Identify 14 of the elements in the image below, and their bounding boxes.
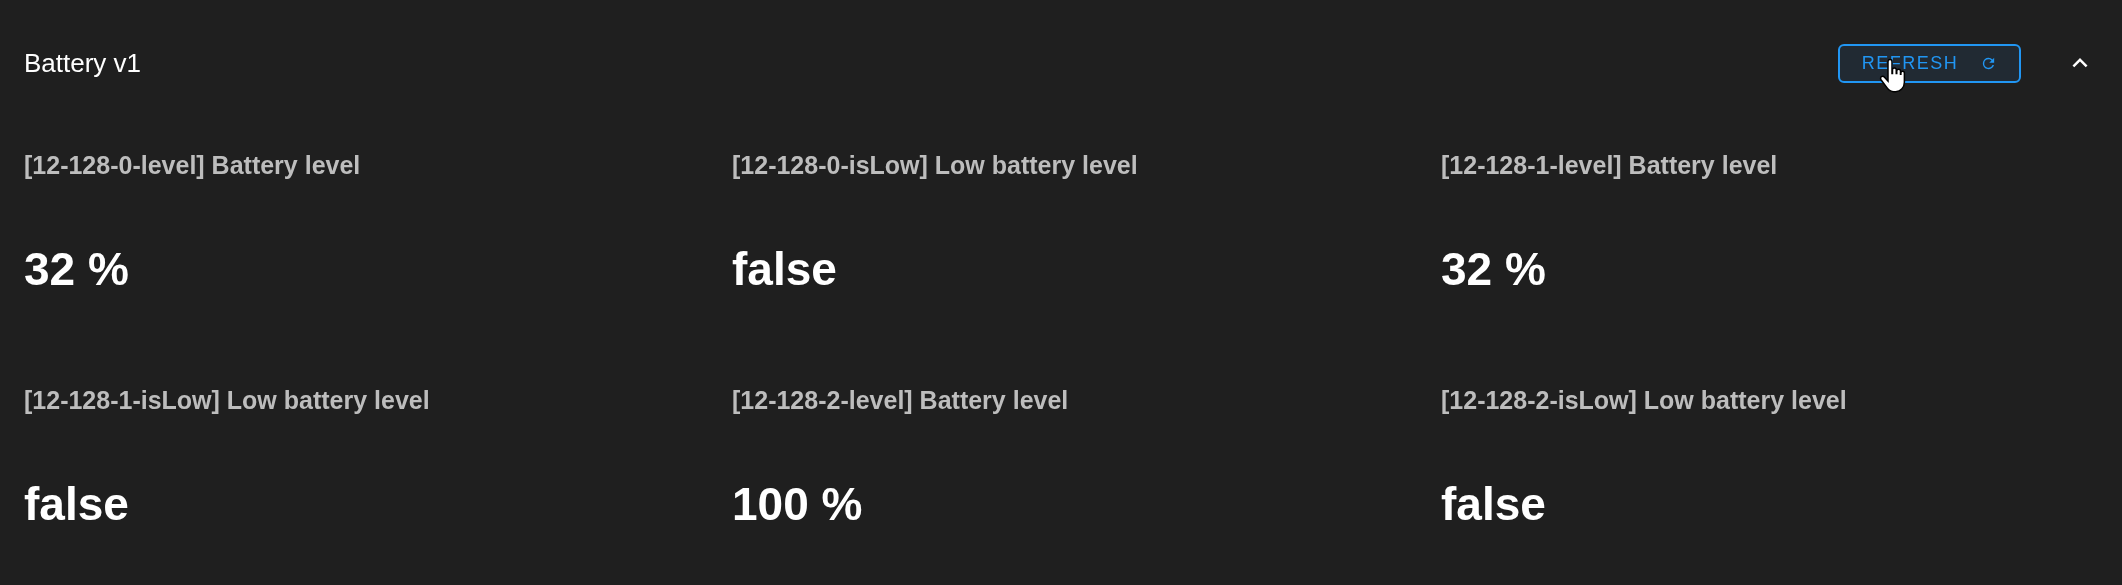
value-label: [12-128-0-level] Battery level xyxy=(24,151,362,180)
value-reading: false xyxy=(732,242,838,296)
value-reading: false xyxy=(1441,477,1547,531)
value-label: [12-128-2-isLow] Low battery level xyxy=(1441,386,1848,415)
value-label: [12-128-1-level] Battery level xyxy=(1441,151,1779,180)
panel-title: Battery v1 xyxy=(24,47,142,79)
value-reading: 32 % xyxy=(1441,242,1547,296)
value-reading: 100 % xyxy=(732,477,864,531)
value-label: [12-128-1-isLow] Low battery level xyxy=(24,386,431,415)
value-label: [12-128-2-level] Battery level xyxy=(732,386,1070,415)
value-reading: 32 % xyxy=(24,242,130,296)
refresh-button[interactable]: REFRESH xyxy=(1838,43,2021,83)
value-reading: false xyxy=(24,477,130,531)
value-label: [12-128-0-isLow] Low battery level xyxy=(732,151,1139,180)
